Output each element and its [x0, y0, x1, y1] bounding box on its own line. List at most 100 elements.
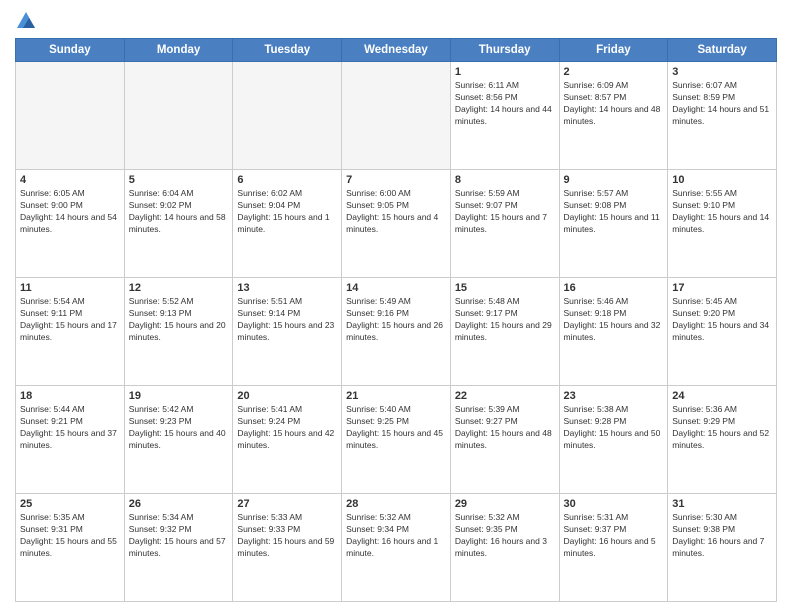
- calendar-cell: 19 Sunrise: 5:42 AM Sunset: 9:23 PM Dayli…: [124, 386, 233, 494]
- day-header-tuesday: Tuesday: [233, 39, 342, 62]
- day-number: 31: [672, 498, 772, 510]
- day-number: 15: [455, 282, 555, 294]
- calendar-cell: [342, 62, 451, 170]
- calendar-header: SundayMondayTuesdayWednesdayThursdayFrid…: [16, 39, 777, 62]
- day-header-sunday: Sunday: [16, 39, 125, 62]
- day-headers-row: SundayMondayTuesdayWednesdayThursdayFrid…: [16, 39, 777, 62]
- day-number: 1: [455, 66, 555, 78]
- day-number: 30: [564, 498, 664, 510]
- day-number: 22: [455, 390, 555, 402]
- page: SundayMondayTuesdayWednesdayThursdayFrid…: [0, 0, 792, 612]
- calendar-cell: 5Sunrise: 6:04 AM Sunset: 9:02 PM Daylig…: [124, 170, 233, 278]
- calendar-cell: 4Sunrise: 6:05 AM Sunset: 9:00 PM Daylig…: [16, 170, 125, 278]
- calendar-cell: 13 Sunrise: 5:51 AM Sunset: 9:14 PM Dayli…: [233, 278, 342, 386]
- day-number: 25: [20, 498, 120, 510]
- day-info: Sunrise: 5:45 AM Sunset: 9:20 PM Dayligh…: [672, 296, 772, 344]
- calendar-cell: 25 Sunrise: 5:35 AM Sunset: 9:31 PM Dayli…: [16, 494, 125, 602]
- day-number: 13: [237, 282, 337, 294]
- header: [15, 10, 777, 32]
- day-header-saturday: Saturday: [668, 39, 777, 62]
- day-number: 23: [564, 390, 664, 402]
- day-info: Sunrise: 6:07 AM Sunset: 8:59 PM Dayligh…: [672, 80, 772, 128]
- day-info: Sunrise: 5:39 AM Sunset: 9:27 PM Dayligh…: [455, 404, 555, 452]
- day-info: Sunrise: 6:02 AM Sunset: 9:04 PM Dayligh…: [237, 188, 337, 236]
- day-info: Sunrise: 5:38 AM Sunset: 9:28 PM Dayligh…: [564, 404, 664, 452]
- calendar-cell: 7 Sunrise: 6:00 AM Sunset: 9:05 PM Daylig…: [342, 170, 451, 278]
- calendar-cell: 8Sunrise: 5:59 AM Sunset: 9:07 PM Daylig…: [450, 170, 559, 278]
- week-row-3: 11 Sunrise: 5:54 AM Sunset: 9:11 PM Dayli…: [16, 278, 777, 386]
- day-number: 12: [129, 282, 229, 294]
- calendar-cell: 10 Sunrise: 5:55 AM Sunset: 9:10 PM Dayli…: [668, 170, 777, 278]
- calendar-cell: 27Sunrise: 5:33 AM Sunset: 9:33 PM Dayli…: [233, 494, 342, 602]
- day-number: 28: [346, 498, 446, 510]
- calendar-cell: 29 Sunrise: 5:32 AM Sunset: 9:35 PM Dayli…: [450, 494, 559, 602]
- week-row-4: 18Sunrise: 5:44 AM Sunset: 9:21 PM Dayli…: [16, 386, 777, 494]
- day-number: 27: [237, 498, 337, 510]
- day-number: 16: [564, 282, 664, 294]
- day-info: Sunrise: 5:57 AM Sunset: 9:08 PM Dayligh…: [564, 188, 664, 236]
- day-number: 7: [346, 174, 446, 186]
- week-row-2: 4Sunrise: 6:05 AM Sunset: 9:00 PM Daylig…: [16, 170, 777, 278]
- day-info: Sunrise: 5:48 AM Sunset: 9:17 PM Dayligh…: [455, 296, 555, 344]
- day-number: 8: [455, 174, 555, 186]
- day-header-friday: Friday: [559, 39, 668, 62]
- day-number: 17: [672, 282, 772, 294]
- calendar-cell: 11 Sunrise: 5:54 AM Sunset: 9:11 PM Dayli…: [16, 278, 125, 386]
- day-number: 9: [564, 174, 664, 186]
- calendar-cell: 24 Sunrise: 5:36 AM Sunset: 9:29 PM Dayli…: [668, 386, 777, 494]
- day-info: Sunrise: 5:35 AM Sunset: 9:31 PM Dayligh…: [20, 512, 120, 560]
- day-number: 20: [237, 390, 337, 402]
- day-header-monday: Monday: [124, 39, 233, 62]
- day-number: 19: [129, 390, 229, 402]
- day-info: Sunrise: 5:55 AM Sunset: 9:10 PM Dayligh…: [672, 188, 772, 236]
- logo-icon: [15, 10, 37, 32]
- calendar-cell: [233, 62, 342, 170]
- day-info: Sunrise: 6:00 AM Sunset: 9:05 PM Dayligh…: [346, 188, 446, 236]
- day-number: 18: [20, 390, 120, 402]
- calendar-cell: [124, 62, 233, 170]
- calendar-cell: 20 Sunrise: 5:41 AM Sunset: 9:24 PM Dayli…: [233, 386, 342, 494]
- day-header-wednesday: Wednesday: [342, 39, 451, 62]
- day-number: 11: [20, 282, 120, 294]
- calendar-cell: 2Sunrise: 6:09 AM Sunset: 8:57 PM Daylig…: [559, 62, 668, 170]
- calendar-cell: 1Sunrise: 6:11 AM Sunset: 8:56 PM Daylig…: [450, 62, 559, 170]
- calendar-cell: 30 Sunrise: 5:31 AM Sunset: 9:37 PM Dayli…: [559, 494, 668, 602]
- day-info: Sunrise: 5:41 AM Sunset: 9:24 PM Dayligh…: [237, 404, 337, 452]
- day-number: 14: [346, 282, 446, 294]
- day-info: Sunrise: 6:05 AM Sunset: 9:00 PM Dayligh…: [20, 188, 120, 236]
- day-info: Sunrise: 5:51 AM Sunset: 9:14 PM Dayligh…: [237, 296, 337, 344]
- day-number: 6: [237, 174, 337, 186]
- calendar-cell: 31 Sunrise: 5:30 AM Sunset: 9:38 PM Dayli…: [668, 494, 777, 602]
- day-info: Sunrise: 6:04 AM Sunset: 9:02 PM Dayligh…: [129, 188, 229, 236]
- logo: [15, 10, 39, 32]
- calendar-cell: 28Sunrise: 5:32 AM Sunset: 9:34 PM Dayli…: [342, 494, 451, 602]
- calendar-cell: 22 Sunrise: 5:39 AM Sunset: 9:27 PM Dayli…: [450, 386, 559, 494]
- calendar-cell: 21 Sunrise: 5:40 AM Sunset: 9:25 PM Dayli…: [342, 386, 451, 494]
- calendar-cell: 17 Sunrise: 5:45 AM Sunset: 9:20 PM Dayli…: [668, 278, 777, 386]
- calendar-table: SundayMondayTuesdayWednesdayThursdayFrid…: [15, 38, 777, 602]
- day-info: Sunrise: 5:46 AM Sunset: 9:18 PM Dayligh…: [564, 296, 664, 344]
- day-info: Sunrise: 6:09 AM Sunset: 8:57 PM Dayligh…: [564, 80, 664, 128]
- day-info: Sunrise: 5:54 AM Sunset: 9:11 PM Dayligh…: [20, 296, 120, 344]
- day-info: Sunrise: 5:42 AM Sunset: 9:23 PM Dayligh…: [129, 404, 229, 452]
- week-row-1: 1Sunrise: 6:11 AM Sunset: 8:56 PM Daylig…: [16, 62, 777, 170]
- day-info: Sunrise: 5:52 AM Sunset: 9:13 PM Dayligh…: [129, 296, 229, 344]
- calendar-cell: 9 Sunrise: 5:57 AM Sunset: 9:08 PM Daylig…: [559, 170, 668, 278]
- day-info: Sunrise: 5:49 AM Sunset: 9:16 PM Dayligh…: [346, 296, 446, 344]
- calendar-cell: 14 Sunrise: 5:49 AM Sunset: 9:16 PM Dayli…: [342, 278, 451, 386]
- day-info: Sunrise: 5:32 AM Sunset: 9:35 PM Dayligh…: [455, 512, 555, 560]
- calendar-cell: 15 Sunrise: 5:48 AM Sunset: 9:17 PM Dayli…: [450, 278, 559, 386]
- day-info: Sunrise: 5:40 AM Sunset: 9:25 PM Dayligh…: [346, 404, 446, 452]
- day-number: 3: [672, 66, 772, 78]
- day-number: 24: [672, 390, 772, 402]
- calendar-cell: 12 Sunrise: 5:52 AM Sunset: 9:13 PM Dayli…: [124, 278, 233, 386]
- day-info: Sunrise: 5:31 AM Sunset: 9:37 PM Dayligh…: [564, 512, 664, 560]
- day-number: 29: [455, 498, 555, 510]
- day-info: Sunrise: 5:30 AM Sunset: 9:38 PM Dayligh…: [672, 512, 772, 560]
- day-number: 21: [346, 390, 446, 402]
- calendar-cell: [16, 62, 125, 170]
- day-info: Sunrise: 5:36 AM Sunset: 9:29 PM Dayligh…: [672, 404, 772, 452]
- calendar-cell: 18Sunrise: 5:44 AM Sunset: 9:21 PM Dayli…: [16, 386, 125, 494]
- day-number: 10: [672, 174, 772, 186]
- calendar-cell: 26Sunrise: 5:34 AM Sunset: 9:32 PM Dayli…: [124, 494, 233, 602]
